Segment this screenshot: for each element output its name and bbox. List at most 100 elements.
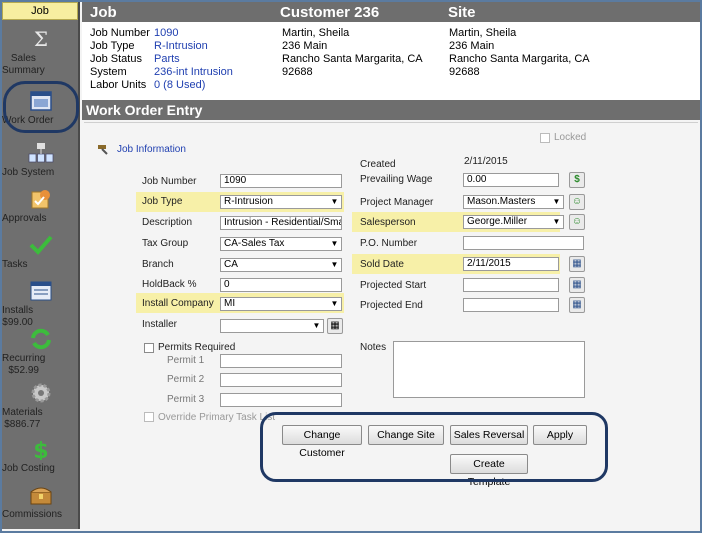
- installer-label: Installer: [142, 319, 178, 330]
- chevron-down-icon: ▼: [330, 299, 339, 308]
- override-checkbox[interactable]: [144, 412, 154, 422]
- permit2-input[interactable]: [220, 373, 342, 387]
- job-type-select[interactable]: R-Intrusion ▼: [220, 195, 342, 209]
- projected-end-input[interactable]: [463, 298, 559, 312]
- sidebar-item-label: Sales Summary: [2, 53, 45, 76]
- customer-address: 236 Main: [282, 40, 328, 52]
- customer-name: Martin, Sheila: [282, 27, 350, 39]
- chevron-down-icon: ▼: [552, 197, 561, 206]
- hammer-icon: [98, 145, 108, 155]
- job-type-label: Job Type: [90, 40, 135, 52]
- job-number-input[interactable]: 1090: [220, 174, 342, 188]
- sidebar-item-label: Job Costing: [2, 463, 55, 474]
- salesperson-label: Salesperson: [360, 217, 416, 228]
- notes-textarea[interactable]: [393, 341, 585, 398]
- branch-select[interactable]: CA ▼: [220, 258, 342, 272]
- installer-schedule-button[interactable]: ▦: [327, 318, 343, 334]
- sidebar-item-commissions[interactable]: Commissions: [2, 484, 80, 520]
- permit3-label: Permit 3: [167, 394, 205, 405]
- permit3-input[interactable]: [220, 393, 342, 407]
- site-city: Rancho Santa Margarita, CA: [449, 53, 590, 65]
- site-address: 236 Main: [449, 40, 495, 52]
- prevailing-wage-button[interactable]: $: [569, 172, 585, 188]
- svg-text:$: $: [33, 439, 48, 460]
- projected-start-calendar-button[interactable]: ▦: [569, 277, 585, 293]
- permit1-label: Permit 1: [167, 355, 205, 366]
- sidebar-item-tasks[interactable]: Tasks: [2, 234, 80, 270]
- checkmark-icon: [29, 235, 53, 255]
- system-label: System: [90, 66, 127, 78]
- job-type-link[interactable]: R-Intrusion: [154, 40, 208, 53]
- job-number-link[interactable]: 1090: [154, 27, 178, 40]
- salesperson-select[interactable]: George.Miller ▼: [463, 215, 564, 229]
- locked-checkbox[interactable]: [540, 133, 550, 143]
- tax-group-label: Tax Group: [142, 238, 189, 249]
- customer-city: Rancho Santa Margarita, CA: [282, 53, 423, 65]
- approvals-icon: [31, 190, 50, 209]
- created-label: Created: [360, 159, 396, 170]
- sidebar-item-job-costing[interactable]: $ Job Costing: [2, 438, 80, 474]
- site-header: Site: [448, 4, 476, 21]
- install-company-label: Install Company: [142, 298, 214, 309]
- projected-start-label: Projected Start: [360, 280, 427, 291]
- sidebar-header: Job: [2, 2, 78, 20]
- sidebar-item-sales-summary[interactable]: Σ Sales Summary: [2, 28, 80, 76]
- tax-group-select[interactable]: CA-Sales Tax ▼: [220, 237, 342, 251]
- job-system-icon: [28, 143, 54, 163]
- job-number-label: Job Number: [90, 27, 150, 39]
- calendar-icon: ▦: [572, 258, 582, 269]
- salesperson-lookup-button[interactable]: ☺: [569, 214, 585, 230]
- project-manager-select[interactable]: Mason.Masters ▼: [463, 195, 564, 209]
- permits-required-checkbox[interactable]: [144, 343, 154, 353]
- description-label: Description: [142, 217, 193, 228]
- sidebar-item-label: Installs $99.00: [2, 305, 34, 328]
- buttons-callout: [260, 412, 608, 482]
- job-information-link[interactable]: Job Information: [117, 144, 186, 155]
- calendar-icon: ▦: [572, 299, 582, 310]
- projected-end-calendar-button[interactable]: ▦: [569, 297, 585, 313]
- svg-text:Σ: Σ: [34, 28, 48, 50]
- projected-start-input[interactable]: [463, 278, 559, 292]
- sigma-icon: Σ: [34, 28, 48, 50]
- description-input[interactable]: Intrusion - Residential/Small Co: [220, 216, 342, 230]
- prevailing-wage-input[interactable]: 0.00: [463, 173, 559, 187]
- site-zip: 92688: [449, 66, 480, 78]
- recurring-icon: [31, 328, 51, 350]
- sold-date-input[interactable]: 2/11/2015: [463, 257, 559, 271]
- job-summary: Job Number 1090 Martin, Sheila Martin, S…: [82, 22, 700, 100]
- customer-zip: 92688: [282, 66, 313, 78]
- system-link[interactable]: 236-int Intrusion: [154, 66, 233, 79]
- install-company-select[interactable]: MI ▼: [220, 297, 342, 311]
- prevailing-wage-label: Prevailing Wage: [360, 174, 433, 185]
- header-bar: Job Customer 236 Site: [82, 2, 700, 22]
- sidebar-item-job-system[interactable]: Job System: [2, 142, 80, 178]
- permit1-input[interactable]: [220, 354, 342, 368]
- locked-label: Locked: [554, 132, 587, 143]
- treasure-chest-icon: [30, 487, 52, 505]
- sidebar-item-label: Tasks: [2, 259, 28, 270]
- permits-required-label: Permits Required: [158, 342, 236, 353]
- po-number-label: P.O. Number: [360, 238, 418, 249]
- job-status-link[interactable]: Parts: [154, 53, 180, 66]
- sidebar-item-installs[interactable]: Installs $99.00: [2, 280, 80, 328]
- calendar-grid-icon: ▦: [330, 320, 340, 331]
- sidebar-item-approvals[interactable]: Approvals: [2, 188, 80, 224]
- sidebar-item-label: Commissions: [2, 509, 63, 520]
- customer-header: Customer 236: [280, 4, 380, 21]
- sidebar-item-label: Recurring $52.99: [2, 353, 46, 376]
- chevron-down-icon: ▼: [330, 239, 339, 248]
- created-value: 2/11/2015: [464, 156, 508, 167]
- dollar-icon: $: [33, 439, 48, 460]
- job-status-label: Job Status: [90, 53, 142, 65]
- po-number-input[interactable]: [463, 236, 584, 250]
- sidebar-item-materials[interactable]: Materials $886.77: [2, 382, 80, 430]
- job-header: Job: [90, 4, 117, 21]
- sold-date-calendar-button[interactable]: ▦: [569, 256, 585, 272]
- money-icon: $: [574, 174, 580, 185]
- sidebar-item-recurring[interactable]: Recurring $52.99: [2, 328, 80, 376]
- project-manager-lookup-button[interactable]: ☺: [569, 194, 585, 210]
- labor-units-link[interactable]: 0 (8 Used): [154, 79, 205, 92]
- sidebar-item-label: Job System: [2, 167, 55, 178]
- holdback-input[interactable]: 0: [220, 278, 342, 292]
- installer-select[interactable]: ▼: [220, 319, 324, 333]
